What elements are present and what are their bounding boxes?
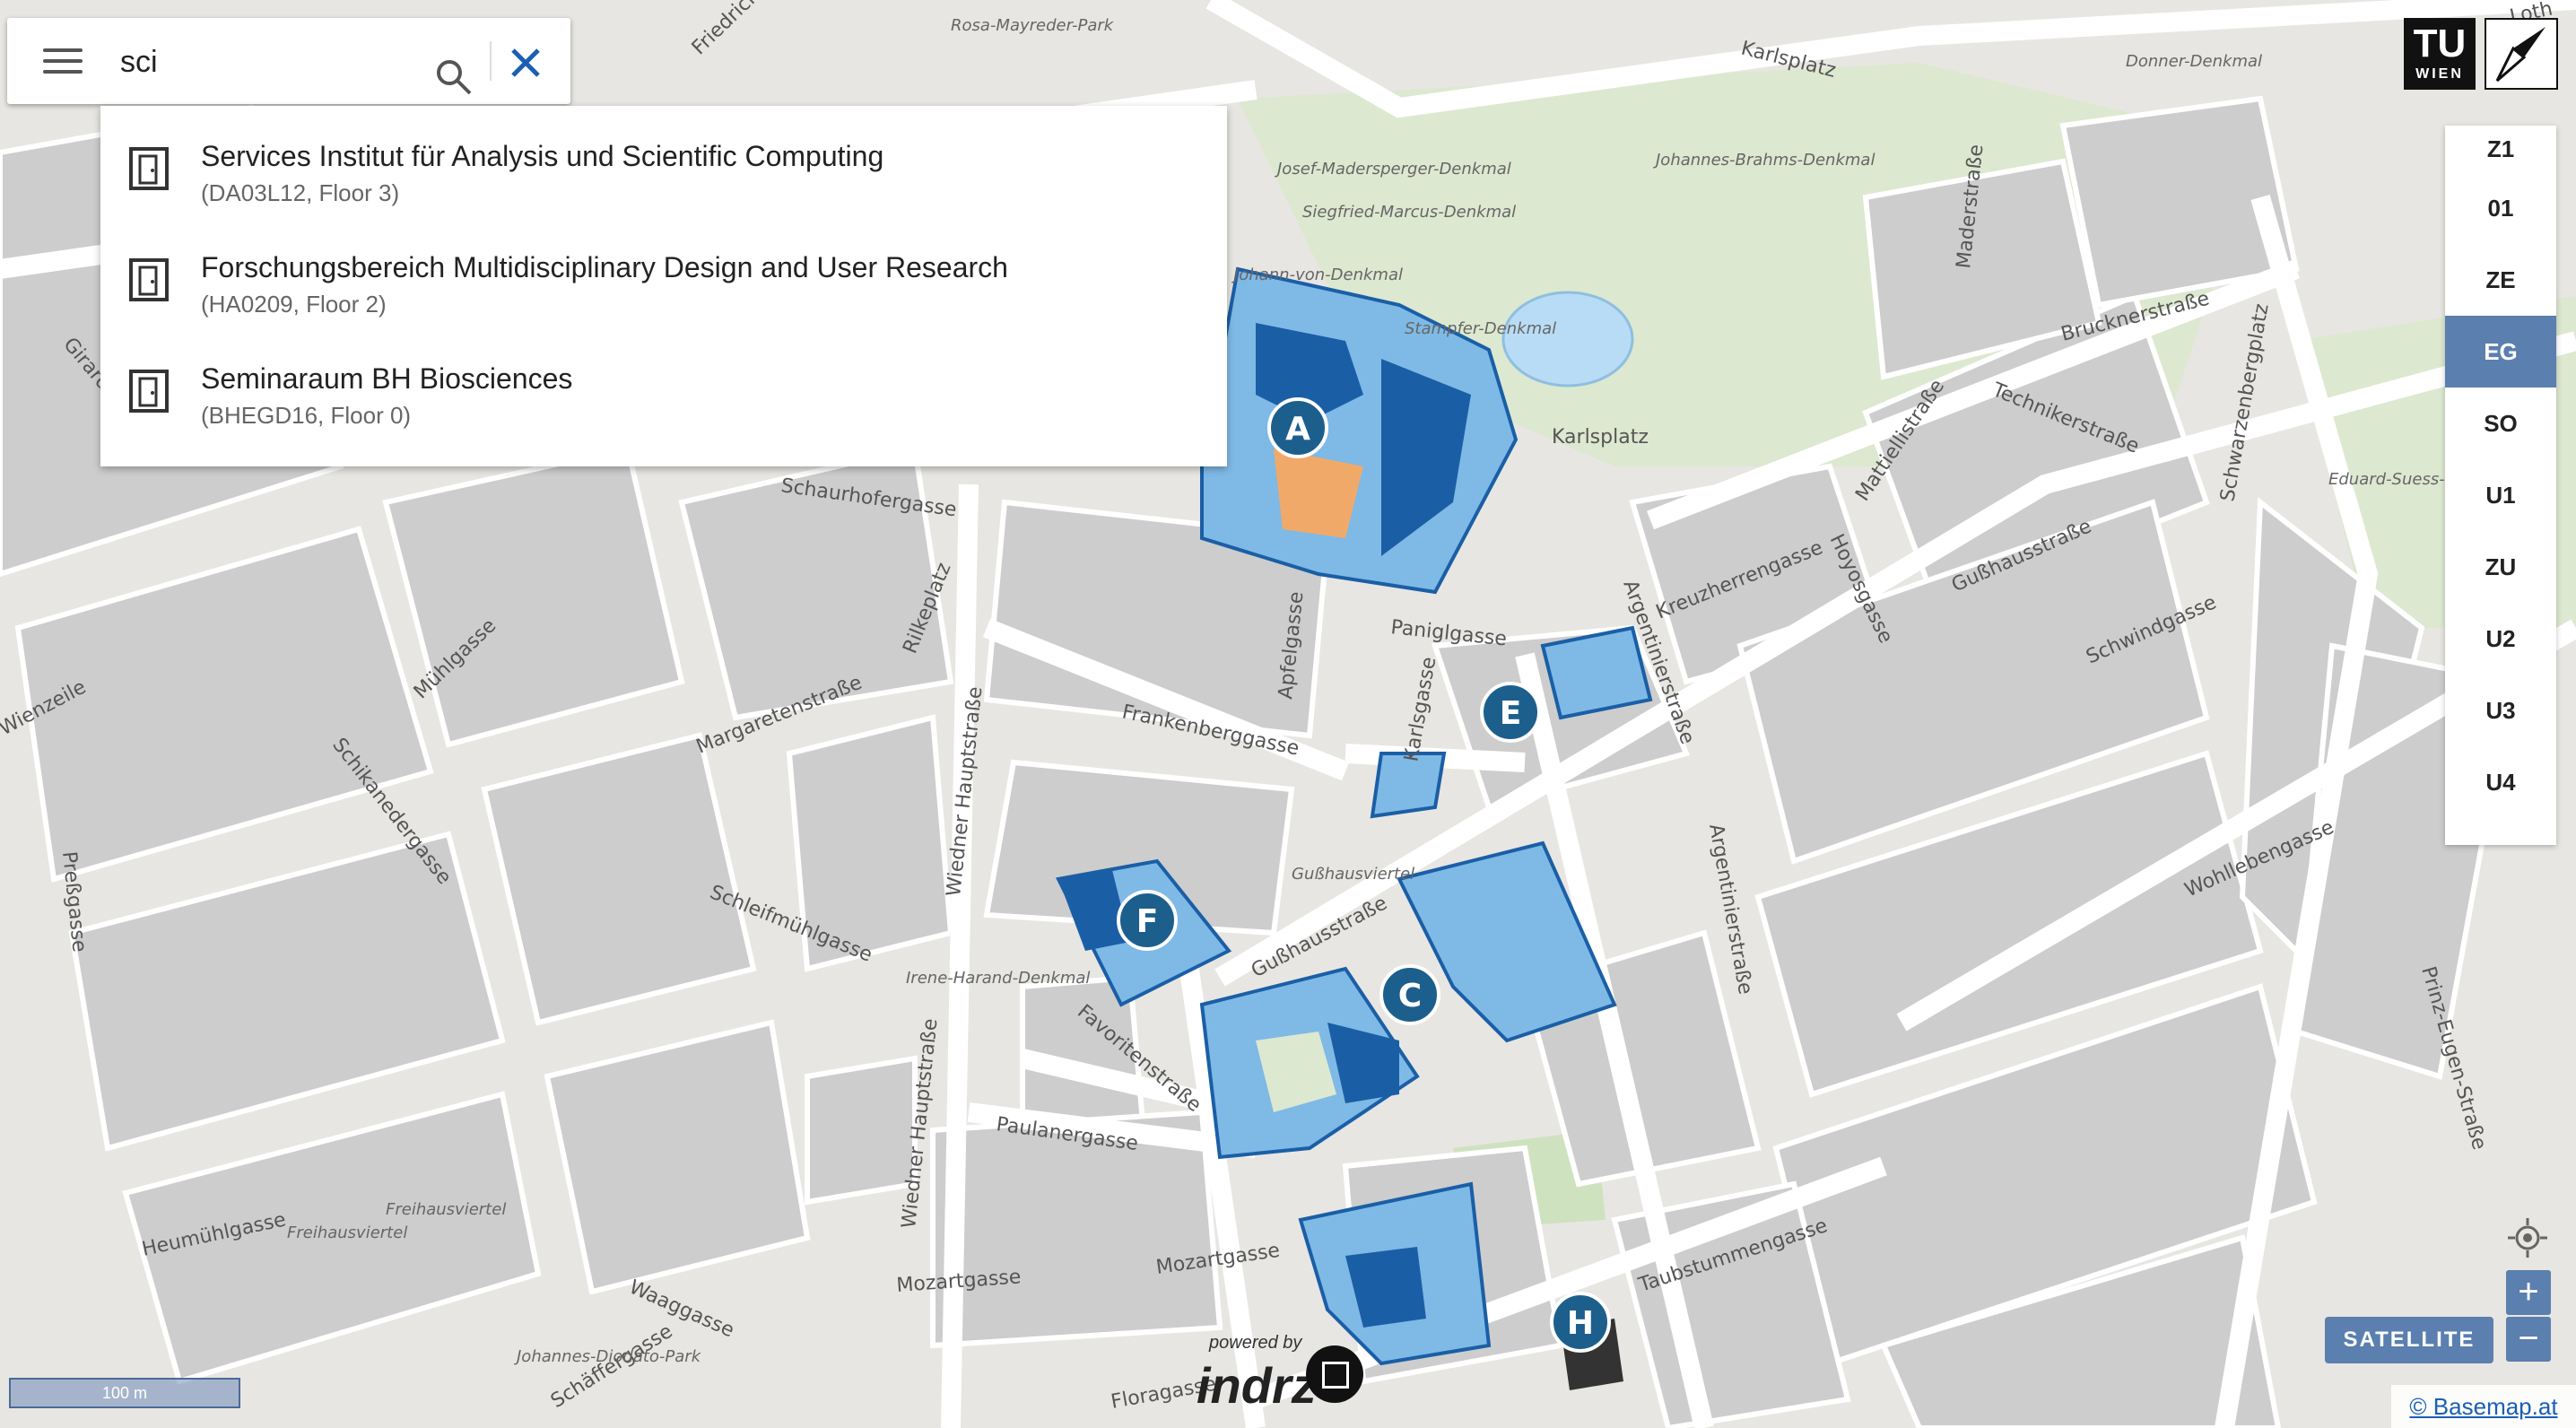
indrz-mark-icon — [1306, 1345, 1363, 1403]
search-icon[interactable] — [434, 57, 474, 97]
marker-c[interactable]: C — [1379, 964, 1440, 1025]
street-label: Karlsplatz — [1552, 426, 1649, 448]
marker-f[interactable]: F — [1117, 890, 1178, 951]
floor-button[interactable]: SO — [2445, 387, 2556, 459]
marker-h[interactable]: H — [1550, 1292, 1611, 1353]
floor-button[interactable]: U2 — [2445, 603, 2556, 675]
search-divider — [490, 41, 492, 81]
floor-button[interactable]: ZU — [2445, 531, 2556, 603]
search-result-item[interactable]: Forschungsbereich Multidisciplinary Desi… — [100, 249, 1227, 361]
poi-label: Siegfried-Marcus-Denkmal — [1302, 203, 1516, 222]
poi-label: Stampfer-Denkmal — [1405, 319, 1556, 338]
close-icon[interactable] — [506, 43, 545, 83]
satellite-toggle-button[interactable]: SATELLITE — [2325, 1317, 2493, 1363]
street-label: Gußhausviertel — [1292, 865, 1414, 884]
compass-icon[interactable] — [2485, 18, 2558, 90]
result-title: Seminaraum BH Biosciences — [201, 362, 573, 395]
zoom-out-button[interactable]: − — [2506, 1317, 2551, 1362]
floor-button-active[interactable]: EG — [2445, 316, 2556, 387]
poi-label: Johann-von-Denkmal — [1231, 266, 1403, 284]
marker-f-label: F — [1136, 903, 1159, 940]
floor-button[interactable]: 01 — [2445, 172, 2556, 244]
indrz-logo[interactable]: powered by indrz — [1197, 1329, 1367, 1419]
logo-line2: WIEN — [2415, 66, 2464, 82]
room-icon — [129, 258, 169, 301]
result-subtitle: (BHEGD16, Floor 0) — [201, 402, 412, 429]
marker-a-label: A — [1285, 411, 1310, 448]
room-icon — [129, 370, 169, 413]
building-karlsgasse[interactable] — [1370, 752, 1447, 819]
floor-button[interactable]: Z1 — [2445, 126, 2556, 172]
attribution-link[interactable]: © Basemap.at — [2391, 1385, 2576, 1428]
marker-e-label: E — [1500, 695, 1522, 732]
street-label: Freihausviertel — [287, 1223, 407, 1242]
building-e[interactable] — [1540, 625, 1653, 720]
poi-label: Josef-Madersperger-Denkmal — [1275, 160, 1511, 178]
floor-switcher: Z1 01 ZE EG SO U1 ZU U2 U3 U4 — [2445, 126, 2556, 845]
room-icon — [129, 147, 169, 190]
tu-wien-logo[interactable]: TU WIEN — [2404, 18, 2476, 90]
poi-label: Irene-Harand-Denkmal — [906, 969, 1090, 988]
marker-c-label: C — [1398, 978, 1422, 1014]
karlsplatz-pond — [1501, 291, 1634, 387]
poi-label: Johannes-Diodato-Park — [514, 1347, 702, 1366]
hamburger-menu-icon[interactable] — [43, 48, 83, 75]
search-result-item[interactable]: Seminaraum BH Biosciences (BHEGD16, Floo… — [100, 361, 1227, 472]
search-results: Services Institut für Analysis und Scien… — [100, 106, 1227, 466]
result-subtitle: (HA0209, Floor 2) — [201, 291, 387, 318]
logo-line1: TU — [2413, 22, 2467, 65]
scale-bar: 100 m — [9, 1378, 240, 1408]
marker-h-label: H — [1567, 1305, 1594, 1342]
floor-button[interactable]: ZE — [2445, 244, 2556, 316]
floor-button[interactable]: U1 — [2445, 459, 2556, 531]
locate-icon[interactable] — [2502, 1213, 2553, 1263]
poi-label: Johannes-Brahms-Denkmal — [1653, 151, 1875, 170]
poi-label: Donner-Denkmal — [2126, 52, 2262, 71]
marker-a[interactable]: A — [1267, 397, 1328, 458]
indrz-name: indrz — [1197, 1357, 1317, 1414]
zoom-in-button[interactable]: + — [2506, 1270, 2551, 1315]
search-input[interactable] — [118, 38, 418, 86]
result-title: Services Institut für Analysis und Scien… — [201, 140, 884, 172]
floor-button[interactable]: U4 — [2445, 746, 2556, 818]
powered-by-label: powered by — [1209, 1333, 1302, 1353]
floor-button[interactable]: U3 — [2445, 675, 2556, 746]
street-label: Freihausviertel — [386, 1200, 506, 1219]
result-title: Forschungsbereich Multidisciplinary Desi… — [201, 251, 1008, 283]
result-subtitle: (DA03L12, Floor 3) — [201, 179, 400, 206]
marker-e[interactable]: E — [1480, 682, 1541, 743]
poi-label: Rosa-Mayreder-Park — [951, 16, 1115, 35]
search-box — [7, 18, 570, 104]
search-result-item[interactable]: Services Institut für Analysis und Scien… — [100, 138, 1227, 249]
